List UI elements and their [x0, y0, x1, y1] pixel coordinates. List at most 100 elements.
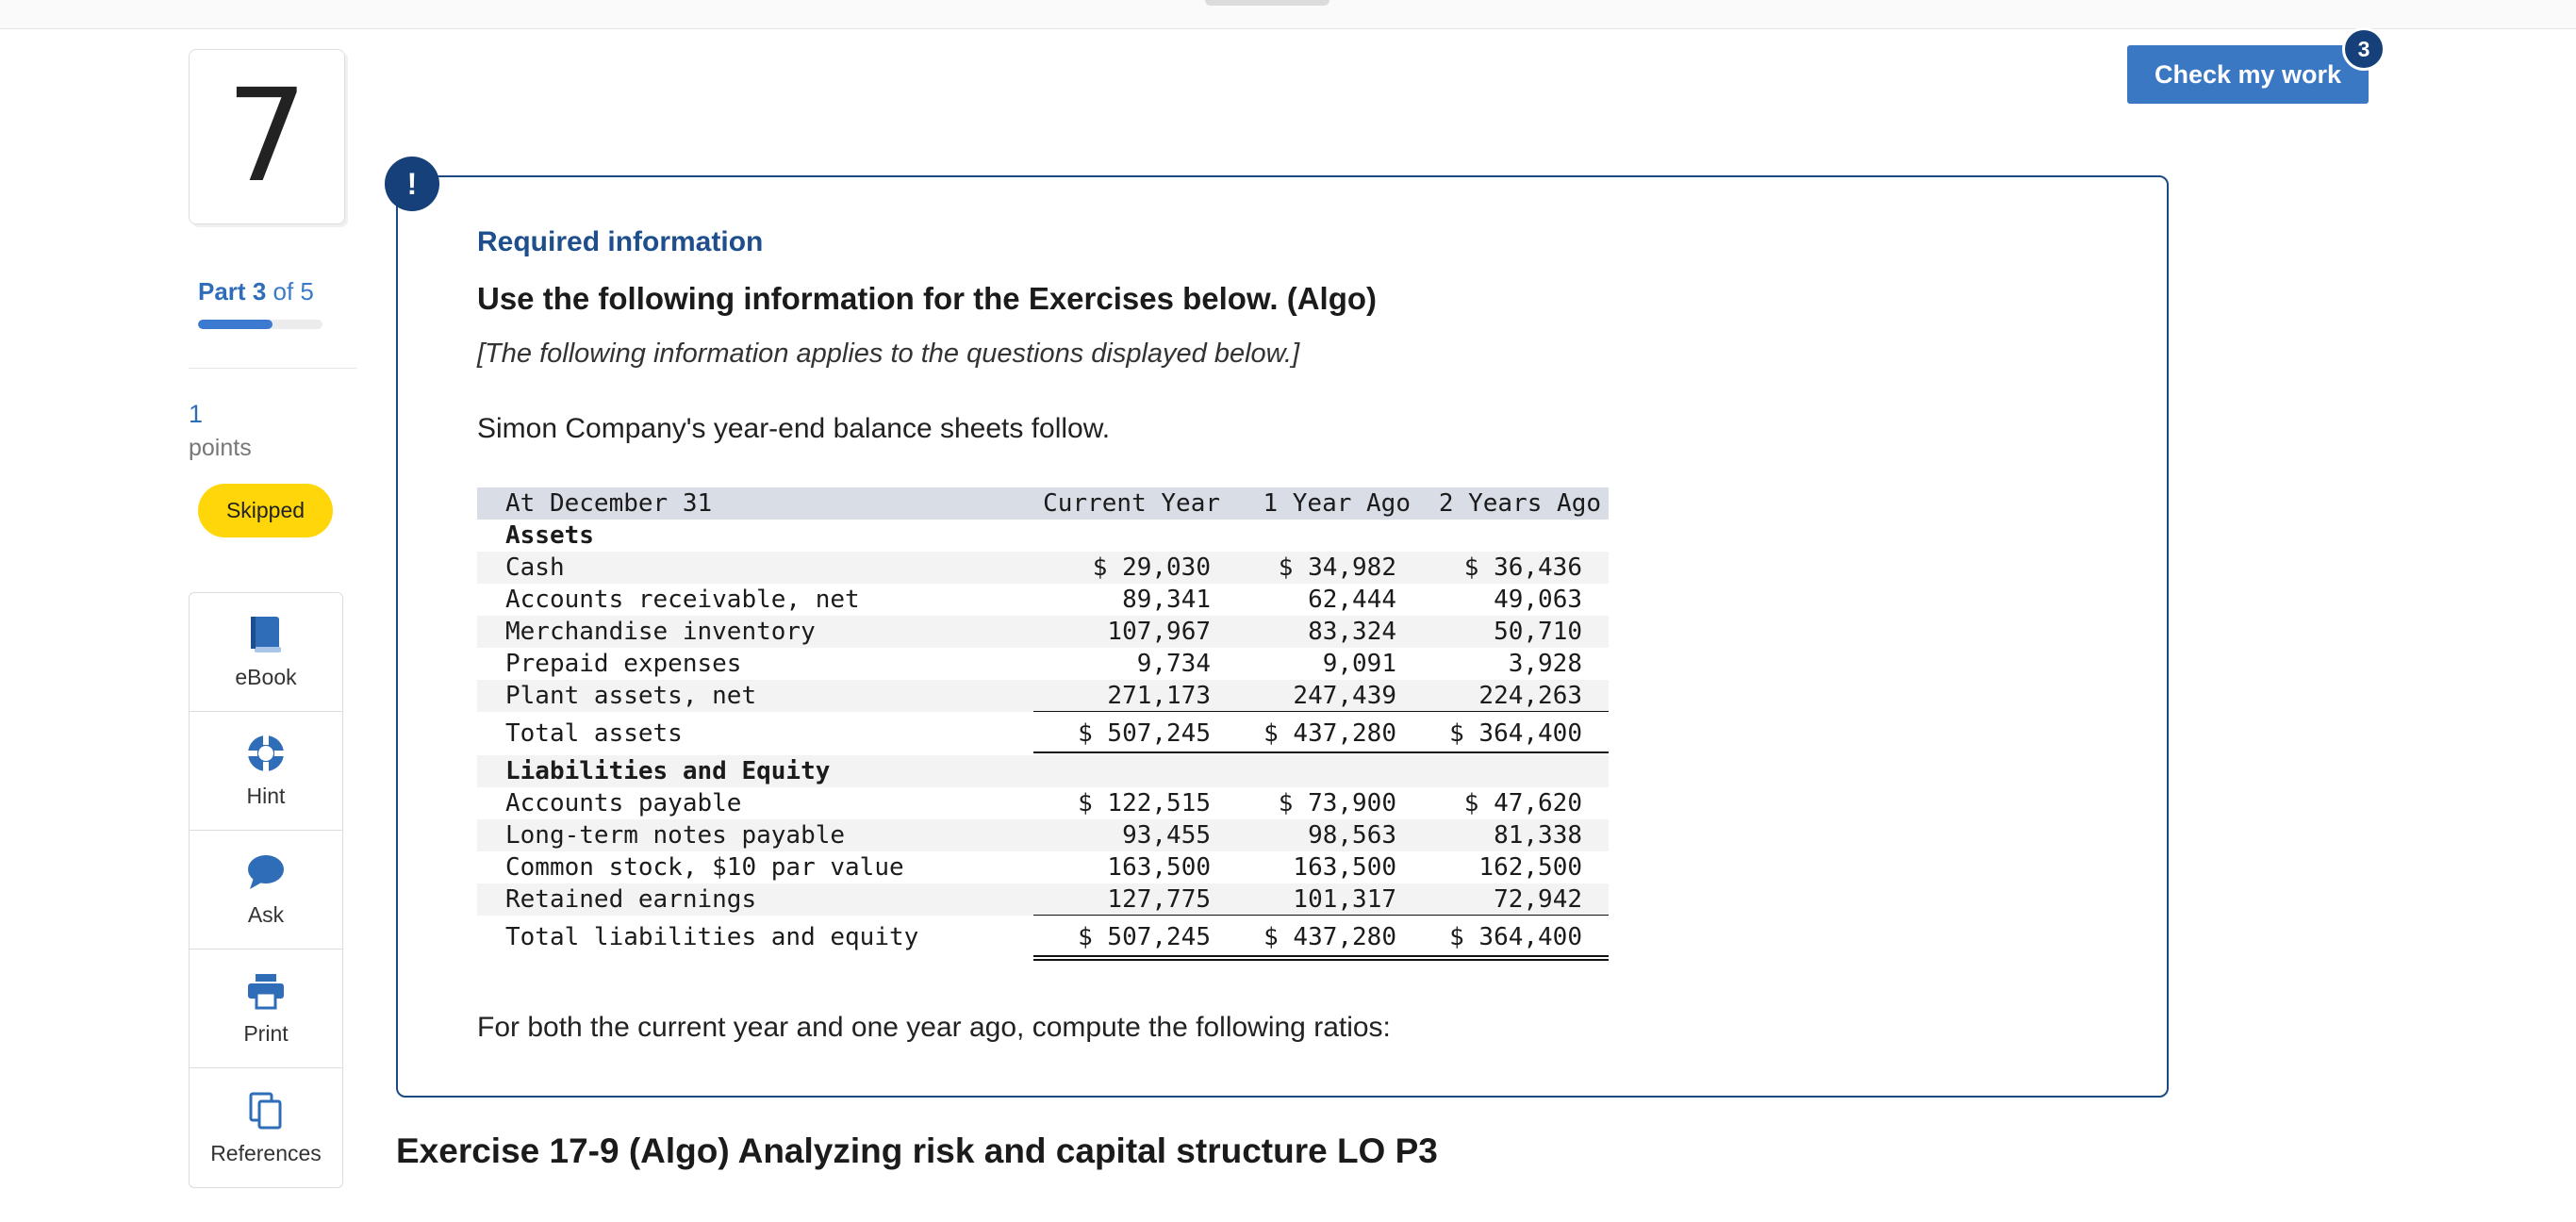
row-label: Cash [505, 553, 565, 582]
print-label: Print [243, 1021, 289, 1046]
total-liabilities-row: Total liabilities and equity $ 507,245 $… [477, 916, 1609, 961]
row-one-year-ago: $ 34,982 [1278, 553, 1396, 582]
ask-button[interactable]: Ask [190, 831, 342, 950]
row-label: Plant assets, net [505, 682, 757, 710]
row-current-year: 163,500 [1107, 853, 1211, 882]
total-liabilities-two-years-ago: $ 364,400 [1449, 923, 1582, 951]
row-current-year: $ 29,030 [1092, 553, 1211, 582]
header-current-year: Current Year [1043, 489, 1220, 518]
row-two-years-ago: 49,063 [1494, 586, 1582, 614]
header-one-year-ago: 1 Year Ago [1263, 489, 1411, 518]
closing-text: For both the current year and one year a… [477, 1012, 1391, 1043]
row-two-years-ago: $ 36,436 [1463, 553, 1582, 582]
row-current-year: 107,967 [1107, 618, 1211, 646]
part-progress-fill [198, 320, 273, 329]
row-label: Accounts payable [505, 789, 742, 817]
row-current-year: 93,455 [1122, 821, 1211, 850]
total-assets-row: Total assets $ 507,245 $ 437,280 $ 364,4… [477, 712, 1609, 757]
total-assets-current-year: $ 507,245 [1078, 719, 1211, 748]
row-label: Prepaid expenses [505, 650, 742, 678]
exercise-title: Exercise 17-9 (Algo) Analyzing risk and … [396, 1131, 1438, 1170]
chat-bubble-icon [245, 851, 287, 893]
row-label: Retained earnings [505, 885, 757, 914]
print-button[interactable]: Print [190, 950, 342, 1068]
table-row: Cash $ 29,030 $ 34,982 $ 36,436 [477, 552, 1609, 584]
header-label: At December 31 [505, 489, 713, 518]
top-bar [0, 0, 2576, 29]
printer-icon [245, 970, 287, 1012]
total-assets-one-year-ago: $ 437,280 [1263, 719, 1396, 748]
lifebuoy-icon [245, 733, 287, 774]
top-bar-handle[interactable] [1205, 0, 1329, 6]
table-row: Accounts receivable, net 89,341 62,444 4… [477, 584, 1609, 616]
applies-note: [The following information applies to th… [477, 339, 1300, 369]
row-current-year: 127,775 [1107, 885, 1211, 914]
points-label: points [189, 435, 252, 461]
table-row: Long-term notes payable 93,455 98,563 81… [477, 819, 1609, 851]
row-current-year: 89,341 [1122, 586, 1211, 614]
intro-text: Simon Company's year-end balance sheets … [477, 413, 1111, 444]
header-two-years-ago: 2 Years Ago [1438, 489, 1601, 518]
row-current-year: $ 122,515 [1078, 789, 1211, 817]
attempts-badge: 3 [2342, 27, 2386, 71]
table-row: Retained earnings 127,775 101,317 72,942 [477, 883, 1609, 916]
row-one-year-ago: 9,091 [1322, 650, 1396, 678]
row-one-year-ago: 101,317 [1293, 885, 1396, 914]
hint-button[interactable]: Hint [190, 712, 342, 831]
row-one-year-ago: 62,444 [1308, 586, 1396, 614]
table-row: Prepaid expenses 9,734 9,091 3,928 [477, 648, 1609, 680]
part-indicator: Part 3 of 5 [198, 277, 314, 306]
balance-sheet-table: At December 31 Current Year 1 Year Ago 2… [477, 487, 1609, 961]
part-of-total: of 5 [272, 277, 314, 306]
part-current: 3 [252, 277, 267, 306]
liabilities-heading-row: Liabilities and Equity [477, 755, 1609, 787]
alert-icon: ! [385, 157, 439, 211]
table-row: Plant assets, net 271,173 247,439 224,26… [477, 680, 1609, 713]
status-badge: Skipped [198, 484, 333, 537]
check-my-work-button[interactable]: Check my work [2127, 45, 2369, 104]
row-two-years-ago: 162,500 [1478, 853, 1582, 882]
required-information-heading: Required information [477, 226, 764, 257]
total-liabilities-one-year-ago: $ 437,280 [1263, 923, 1396, 951]
table-row: Accounts payable $ 122,515 $ 73,900 $ 47… [477, 787, 1609, 819]
references-button[interactable]: References [190, 1068, 342, 1187]
row-label: Common stock, $10 par value [505, 853, 904, 882]
row-two-years-ago: $ 47,620 [1463, 789, 1582, 817]
row-one-year-ago: 98,563 [1308, 821, 1396, 850]
row-current-year: 9,734 [1136, 650, 1211, 678]
tools-panel: eBook Hint Ask Print References [189, 592, 343, 1188]
total-liabilities-current-year: $ 507,245 [1078, 923, 1211, 951]
row-current-year: 271,173 [1107, 682, 1211, 710]
row-one-year-ago: 83,324 [1308, 618, 1396, 646]
table-row: Merchandise inventory 107,967 83,324 50,… [477, 616, 1609, 648]
row-label: Merchandise inventory [505, 618, 816, 646]
total-double-rule [1033, 955, 1609, 961]
row-label: Accounts receivable, net [505, 586, 860, 614]
assets-heading: Assets [505, 521, 594, 550]
row-label: Long-term notes payable [505, 821, 846, 850]
row-two-years-ago: 81,338 [1494, 821, 1582, 850]
total-liabilities-label: Total liabilities and equity [505, 923, 919, 951]
total-assets-label: Total assets [505, 719, 683, 748]
hint-label: Hint [246, 784, 286, 808]
assets-heading-row: Assets [477, 520, 1609, 552]
liabilities-heading: Liabilities and Equity [505, 757, 831, 785]
part-label: Part [198, 277, 246, 306]
question-number-card: 7 [189, 49, 345, 224]
documents-icon [245, 1090, 287, 1131]
ebook-button[interactable]: eBook [190, 593, 342, 712]
ebook-label: eBook [235, 665, 297, 689]
row-two-years-ago: 3,928 [1508, 650, 1582, 678]
table-row: Common stock, $10 par value 163,500 163,… [477, 851, 1609, 883]
references-label: References [210, 1140, 322, 1165]
book-icon [245, 614, 287, 655]
row-two-years-ago: 224,263 [1478, 682, 1582, 710]
row-two-years-ago: 72,942 [1494, 885, 1582, 914]
part-progress-bar [198, 320, 322, 329]
row-one-year-ago: 163,500 [1293, 853, 1396, 882]
points-value: 1 [189, 400, 204, 428]
sidebar-divider [189, 368, 356, 369]
row-one-year-ago: $ 73,900 [1278, 789, 1396, 817]
row-two-years-ago: 50,710 [1494, 618, 1582, 646]
row-one-year-ago: 247,439 [1293, 682, 1396, 710]
